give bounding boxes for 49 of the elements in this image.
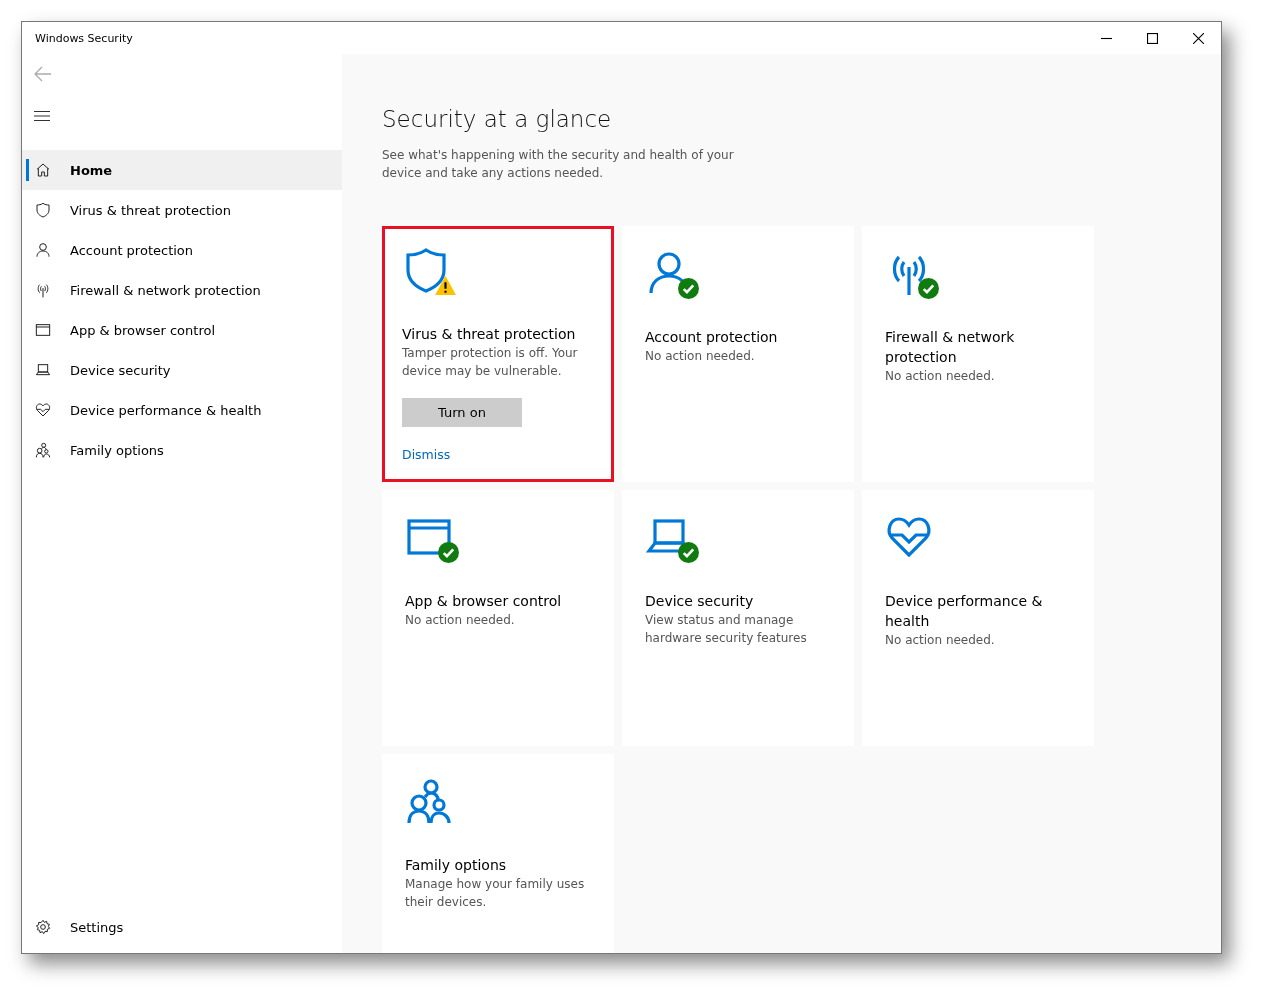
menu-icon[interactable] bbox=[34, 108, 50, 124]
card-description: No action needed. bbox=[885, 632, 995, 649]
shield-icon bbox=[35, 202, 51, 218]
nav-item[interactable]: App & browser control bbox=[22, 310, 342, 350]
nav-item[interactable]: Device performance & health bbox=[22, 390, 342, 430]
status-card[interactable]: Family options Manage how your family uses their devices. bbox=[382, 754, 614, 953]
nav-item[interactable]: Home bbox=[22, 150, 342, 190]
maximize-icon bbox=[1146, 32, 1158, 44]
page-subtitle: See what's happening with the security and health of your device and take any actions needed. bbox=[382, 147, 735, 182]
nav-item[interactable]: Settings bbox=[22, 907, 342, 947]
window-title: Windows Security bbox=[34, 31, 134, 45]
card-title: App & browser control bbox=[405, 592, 562, 611]
card-title: Device security bbox=[645, 592, 754, 611]
status-card[interactable]: Virus & threat protection Tamper protection is off. Your device may be vulnerable. Turn on Dismiss bbox=[382, 226, 614, 482]
card-title: Account protection bbox=[645, 328, 778, 347]
card-description: Tamper protection is off. Your device may be vulnerable. bbox=[402, 345, 579, 380]
browser-window-icon bbox=[35, 322, 51, 338]
card-description: No action needed. bbox=[645, 348, 755, 365]
status-card[interactable]: Device performance & health No action needed. bbox=[862, 490, 1094, 746]
card-description: Manage how your family uses their devices. bbox=[405, 876, 586, 911]
nav-item[interactable]: Family options bbox=[22, 430, 342, 470]
card-description: View status and manage hardware security features bbox=[645, 612, 808, 647]
nav-item[interactable]: Account protection bbox=[22, 230, 342, 270]
nav-item[interactable]: Virus & threat protection bbox=[22, 190, 342, 230]
home-icon bbox=[35, 162, 51, 178]
antenna-icon bbox=[35, 282, 51, 298]
back-arrow-icon[interactable] bbox=[33, 64, 53, 84]
page-heading: Security at a glance bbox=[382, 106, 613, 132]
family-icon bbox=[35, 442, 51, 458]
card-title: Device performance & health bbox=[885, 592, 1044, 631]
card-description: No action needed. bbox=[885, 368, 995, 385]
settings-icon bbox=[35, 919, 51, 935]
status-card[interactable]: Device security View status and manage hardware security features bbox=[622, 490, 854, 746]
card-title: Virus & threat protection bbox=[402, 325, 576, 344]
card-title: Family options bbox=[405, 856, 507, 875]
status-card[interactable]: Firewall & network protection No action needed. bbox=[862, 226, 1094, 482]
heart-pulse-icon bbox=[35, 402, 51, 418]
nav-item[interactable]: Device security bbox=[22, 350, 342, 390]
card-title: Firewall & network protection bbox=[885, 328, 1016, 367]
dismiss-link[interactable]: Dismiss bbox=[402, 447, 451, 462]
person-icon bbox=[35, 242, 51, 258]
turn-on-button[interactable]: Turn on bbox=[402, 398, 522, 427]
nav-item[interactable]: Firewall & network protection bbox=[22, 270, 342, 310]
close-icon bbox=[1192, 32, 1204, 44]
status-card[interactable]: App & browser control No action needed. bbox=[382, 490, 614, 746]
family-icon bbox=[405, 777, 453, 825]
card-description: No action needed. bbox=[405, 612, 515, 629]
laptop-icon bbox=[35, 362, 51, 378]
status-card[interactable]: Account protection No action needed. bbox=[622, 226, 854, 482]
